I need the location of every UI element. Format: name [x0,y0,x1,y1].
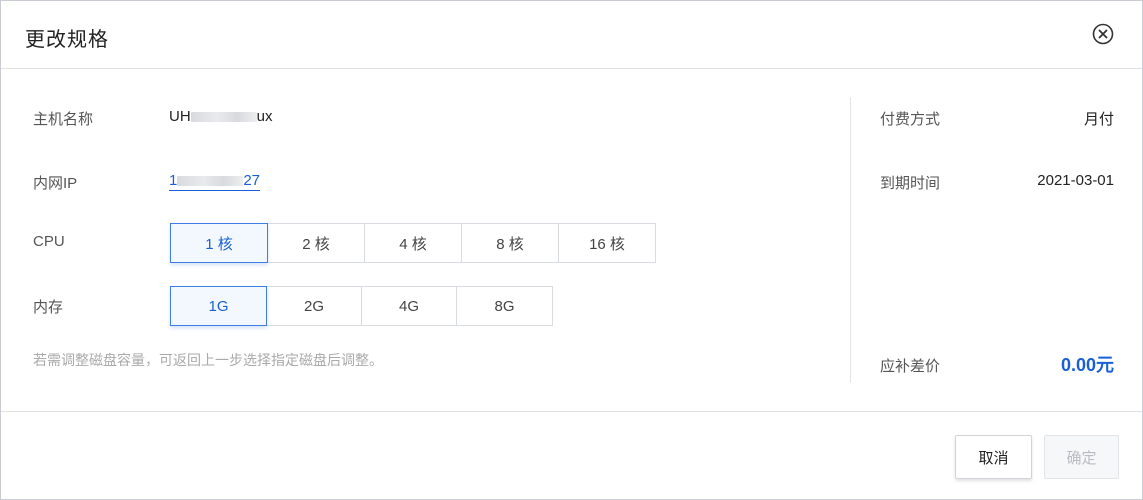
cancel-button[interactable]: 取消 [955,435,1032,479]
price-diff-label: 应补差价 [880,358,941,375]
redacted-mask [190,112,257,123]
cpu-option-16[interactable]: 16 核 [558,223,656,263]
ip-prefix: 1 [169,172,178,189]
payment-method-value: 月付 [1083,111,1114,128]
memory-option-4g[interactable]: 4G [361,286,457,326]
memory-label: 内存 [33,299,64,316]
payment-method-label: 付费方式 [880,111,941,128]
cpu-label: CPU [33,233,65,250]
host-name-suffix: ux [256,108,273,125]
dialog-header: 更改规格 [1,1,1142,69]
host-name-prefix: UH [169,108,191,125]
disk-adjust-hint: 若需调整磁盘容量，可返回上一步选择指定磁盘后调整。 [33,352,383,368]
memory-option-2g[interactable]: 2G [266,286,362,326]
memory-options: 1G 2G 4G 8G [170,286,553,326]
dialog-title: 更改规格 [25,29,109,51]
cpu-options: 1 核 2 核 4 核 8 核 16 核 [170,223,656,263]
cpu-option-2[interactable]: 2 核 [267,223,365,263]
cpu-option-4[interactable]: 4 核 [364,223,462,263]
section-divider [850,97,851,383]
host-name-label: 主机名称 [33,111,94,128]
cpu-option-1[interactable]: 1 核 [170,223,268,263]
host-name-value: UH ux [169,108,273,125]
memory-option-1g[interactable]: 1G [170,286,267,326]
price-diff-amount: 0.00元 [1060,355,1114,375]
footer-divider [1,411,1142,412]
private-ip-link[interactable]: 1 27 [169,172,261,191]
expiry-label: 到期时间 [880,175,941,192]
confirm-button[interactable]: 确定 [1044,435,1119,479]
cpu-option-8[interactable]: 8 核 [461,223,559,263]
change-spec-dialog: 更改规格 主机名称 UH ux 内网IP 1 27 CPU 1 核 2 核 4 核 … [0,0,1143,500]
private-ip-value: 1 27 [169,172,261,191]
private-ip-label: 内网IP [33,175,78,192]
ip-suffix: 27 [243,172,261,189]
close-icon[interactable] [1092,23,1114,45]
redacted-mask [177,176,244,187]
memory-option-8g[interactable]: 8G [456,286,553,326]
expiry-value: 2021-03-01 [1037,172,1114,189]
